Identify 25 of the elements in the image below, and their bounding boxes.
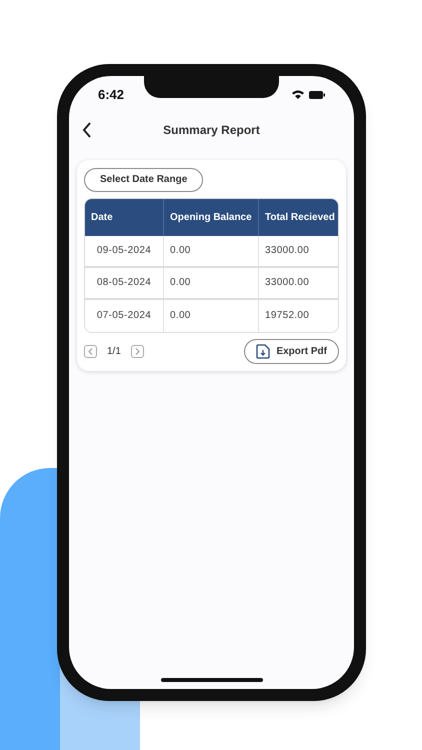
date-range-button[interactable]: Select Date Range bbox=[84, 168, 204, 192]
table-cell-text: 0.00 bbox=[170, 276, 191, 290]
status-time: 6:42 bbox=[98, 86, 124, 104]
export-pdf-button[interactable]: Export Pdf bbox=[244, 338, 339, 364]
table-cell-text: 07-05-2024 bbox=[96, 309, 152, 323]
previous-page-button[interactable] bbox=[84, 344, 97, 358]
table-cell-text: 0.00 bbox=[170, 309, 191, 323]
chevron-left-icon bbox=[88, 348, 93, 354]
table-cell-text: 08-05-2024 bbox=[96, 276, 152, 290]
battery-icon bbox=[309, 90, 325, 98]
back-icon[interactable] bbox=[82, 122, 92, 138]
table-cell-text: 0.00 bbox=[170, 244, 191, 258]
table-cell-text: 33000.00 bbox=[265, 244, 310, 258]
column-header: Opening Balance bbox=[170, 210, 252, 224]
table-cell-text: 33000.00 bbox=[265, 276, 310, 290]
next-page-button[interactable] bbox=[130, 344, 144, 358]
page-indicator: 1/1 bbox=[107, 344, 121, 358]
column-header: Date bbox=[91, 210, 113, 224]
table-cell-text: 09-05-2024 bbox=[96, 244, 152, 258]
page-title: Summary Report bbox=[163, 122, 260, 139]
column-header: Total Recieved bbox=[265, 210, 335, 224]
document-icon bbox=[256, 344, 270, 358]
chevron-right-icon bbox=[134, 348, 140, 354]
wifi-icon bbox=[292, 90, 304, 99]
table-cell-text: 19752.00 bbox=[265, 309, 310, 323]
